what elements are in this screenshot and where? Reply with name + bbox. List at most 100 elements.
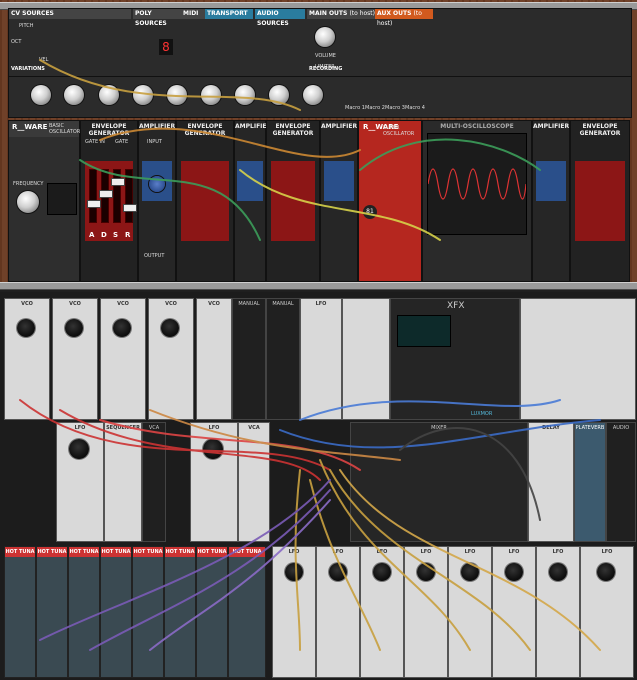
sustain-fader[interactable] (111, 169, 125, 223)
main-volume-knob[interactable] (315, 27, 335, 47)
freq-knob[interactable] (65, 319, 83, 337)
rate-knob[interactable] (461, 563, 479, 581)
module-title: ENVELOPE GENERATOR (579, 123, 621, 137)
lfo-module: LFO (580, 546, 634, 678)
freq-knob[interactable] (17, 319, 35, 337)
vco-module: VCO (196, 298, 232, 420)
freq-knob[interactable] (113, 319, 131, 337)
module-title: HOT TUNA (37, 547, 67, 557)
cv-amount-section (324, 161, 354, 201)
macro-row: VARIATIONS RECORDING Macro 1 Macro 2 Mac… (8, 66, 632, 118)
xfx-brand: LUXMOR (471, 411, 493, 417)
module-title: MANUAL (238, 301, 260, 307)
module-title: HOT TUNA (229, 547, 265, 557)
module-title: LFO (288, 549, 300, 555)
lfo-module: LFO (272, 546, 316, 678)
vco-module: VCO (52, 298, 98, 420)
pitch-label: PITCH (19, 23, 34, 29)
envelope-generator-module: ENVELOPE GENERATOR (176, 120, 234, 282)
xfx-title: XFX (447, 301, 465, 311)
freq-knob[interactable] (161, 319, 179, 337)
module-title: LFO (601, 549, 613, 555)
attack-fader[interactable] (87, 169, 101, 223)
module-title: AMPLIFIER (321, 123, 358, 130)
bottom-rack: VCO VCO VCO VCO VCO MANUAL MANUAL LFO XF… (0, 292, 637, 680)
module-title: LFO (508, 549, 520, 555)
section-transport: TRANSPORT (205, 9, 253, 19)
midi-channel-display: 8 (159, 39, 173, 55)
module-title: LFO (74, 425, 86, 431)
section-cv-sources: CV SOURCES (9, 9, 131, 19)
macro-knob[interactable] (31, 85, 51, 105)
oscilloscope-screen (427, 133, 527, 235)
multi-oscilloscope-module: MULTI-OSCILLOSCOPE (422, 120, 532, 282)
release-fader[interactable] (123, 169, 137, 223)
module-title: VCO (117, 301, 129, 307)
gain-knob[interactable] (149, 176, 165, 192)
envelope-generator-module: ENVELOPE GENERATOR GATE IN GATE A D S R (80, 120, 138, 282)
wave-select-display[interactable]: 81 (363, 205, 377, 219)
frequency-label: FREQUENCY (13, 181, 44, 187)
module-title: LFO (332, 549, 344, 555)
section-audio-sources: AUDIO SOURCES (255, 9, 305, 27)
section-midi: MIDI (181, 9, 205, 19)
amplifier-module: AMPLIFIER INPUT OUTPUT (138, 120, 176, 282)
rack-rail (0, 282, 637, 290)
adsr-r-label: R (125, 231, 131, 239)
macro-knob[interactable] (133, 85, 153, 105)
rate-knob[interactable] (549, 563, 567, 581)
module-title: DELAY (542, 425, 560, 431)
module-title: MIXER (431, 425, 447, 431)
module-title: LFO (420, 549, 432, 555)
audio-module: AUDIO (606, 422, 636, 542)
decay-fader[interactable] (99, 169, 113, 223)
rack-workspace: { "top_rack": { "sections": { "cv_source… (0, 0, 637, 680)
module-title: VCO (208, 301, 220, 307)
rate-knob[interactable] (69, 439, 89, 459)
module-title: HOT TUNA (5, 547, 35, 557)
rate-knob[interactable] (373, 563, 391, 581)
hot-tuna-module: HOT TUNA (196, 546, 228, 678)
adsr-fader-bank (575, 161, 625, 241)
mixer-module: MIXER (350, 422, 528, 542)
super-oscillator-module: R__WARE SUPER OSCILLATOR 81 (358, 120, 422, 282)
rate-knob[interactable] (285, 563, 303, 581)
lfo-module: LFO (404, 546, 448, 678)
macro-knob[interactable] (99, 85, 119, 105)
lfo-module: LFO (300, 298, 342, 420)
rate-knob[interactable] (597, 563, 615, 581)
rate-knob[interactable] (417, 563, 435, 581)
module-title: ENVELOPE GENERATOR (272, 123, 314, 137)
sequencer-module: SEQUENCER (104, 422, 142, 542)
module-title: HOT TUNA (69, 547, 99, 557)
macro-knob[interactable] (269, 85, 289, 105)
hot-tuna-module: HOT TUNA (36, 546, 68, 678)
section-aux-outs: AUX OUTS (to host) (375, 9, 433, 27)
volume-label: VOLUME (315, 53, 336, 59)
hot-tuna-module: HOT TUNA (100, 546, 132, 678)
rate-knob[interactable] (329, 563, 347, 581)
macro-knob[interactable] (235, 85, 255, 105)
module-title: AUDIO (612, 425, 630, 431)
rate-knob[interactable] (505, 563, 523, 581)
macro-knob[interactable] (201, 85, 221, 105)
recording-label: RECORDING (309, 66, 343, 72)
waveform-trace (427, 168, 527, 200)
macro-knob[interactable] (167, 85, 187, 105)
module-title: HOT TUNA (165, 547, 195, 557)
lfo-module: LFO (536, 546, 580, 678)
module-title: HOT TUNA (133, 547, 163, 557)
adsr-fader-bank (271, 161, 315, 241)
rate-knob[interactable] (203, 439, 223, 459)
cv-amount-section (536, 161, 566, 201)
hot-tuna-module: HOT TUNA (132, 546, 164, 678)
plateverb-module: PLATEVERB (574, 422, 606, 542)
lfo-module: LFO (360, 546, 404, 678)
macro-2-label: Macro 2 (365, 105, 385, 111)
hot-tuna-module: HOT TUNA (164, 546, 196, 678)
macro-knob[interactable] (303, 85, 323, 105)
adsr-s-label: S (113, 231, 119, 239)
manual-module: MANUAL (232, 298, 266, 420)
frequency-knob[interactable] (17, 191, 39, 213)
macro-knob[interactable] (64, 85, 84, 105)
